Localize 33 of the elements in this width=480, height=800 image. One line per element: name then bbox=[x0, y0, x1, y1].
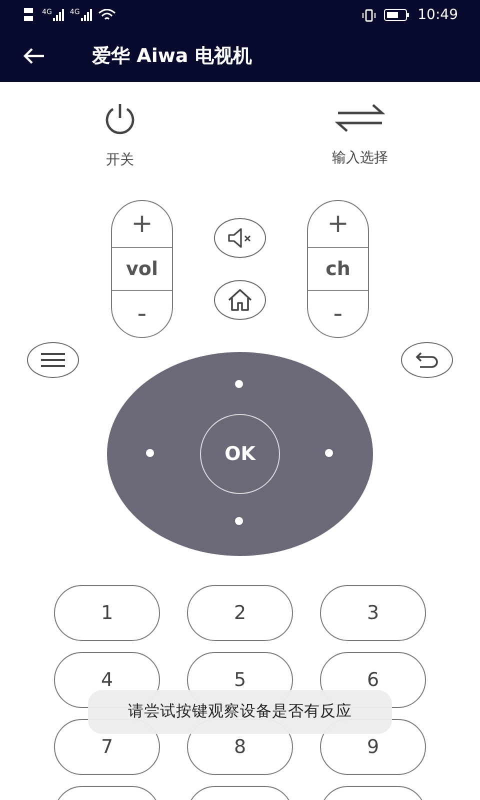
rocker-label: ch bbox=[308, 247, 368, 291]
home-button[interactable] bbox=[214, 280, 266, 320]
number-button[interactable]: 2 bbox=[187, 585, 293, 641]
minus-button[interactable]: - bbox=[112, 291, 172, 337]
return-button[interactable] bbox=[401, 342, 453, 378]
signal-icon bbox=[52, 9, 66, 21]
number-button[interactable]: 1 bbox=[54, 585, 160, 641]
menu-icon bbox=[39, 351, 67, 369]
vibrate-icon bbox=[362, 8, 376, 22]
right-button[interactable] bbox=[325, 449, 333, 457]
menu-button[interactable] bbox=[27, 342, 79, 378]
clock-time: 10:49 bbox=[418, 6, 458, 24]
wifi-icon bbox=[98, 8, 116, 22]
plus-button[interactable]: + bbox=[112, 201, 172, 247]
back-button[interactable] bbox=[22, 47, 46, 65]
signal-icon bbox=[80, 9, 94, 21]
left-button[interactable] bbox=[146, 449, 154, 457]
app-title: 爱华 Aiwa 电视机 bbox=[92, 44, 252, 69]
rocker-label: vol bbox=[112, 247, 172, 291]
down-button[interactable] bbox=[235, 517, 243, 525]
number-button[interactable]: 3 bbox=[320, 585, 426, 641]
hint-toast: 请尝试按键观察设备是否有反应 bbox=[88, 690, 392, 734]
mute-button[interactable] bbox=[214, 218, 266, 258]
input-select-button[interactable]: 输入选择 bbox=[305, 100, 415, 172]
direction-pad[interactable]: OK bbox=[107, 352, 373, 556]
power-button[interactable]: 开关 bbox=[65, 100, 175, 172]
home-icon bbox=[226, 287, 254, 313]
plus-button[interactable]: + bbox=[308, 201, 368, 247]
minus-button[interactable]: - bbox=[308, 291, 368, 337]
up-button[interactable] bbox=[235, 380, 243, 388]
ok-button[interactable]: OK bbox=[200, 414, 280, 494]
return-icon bbox=[414, 350, 440, 370]
battery-icon bbox=[384, 9, 410, 21]
